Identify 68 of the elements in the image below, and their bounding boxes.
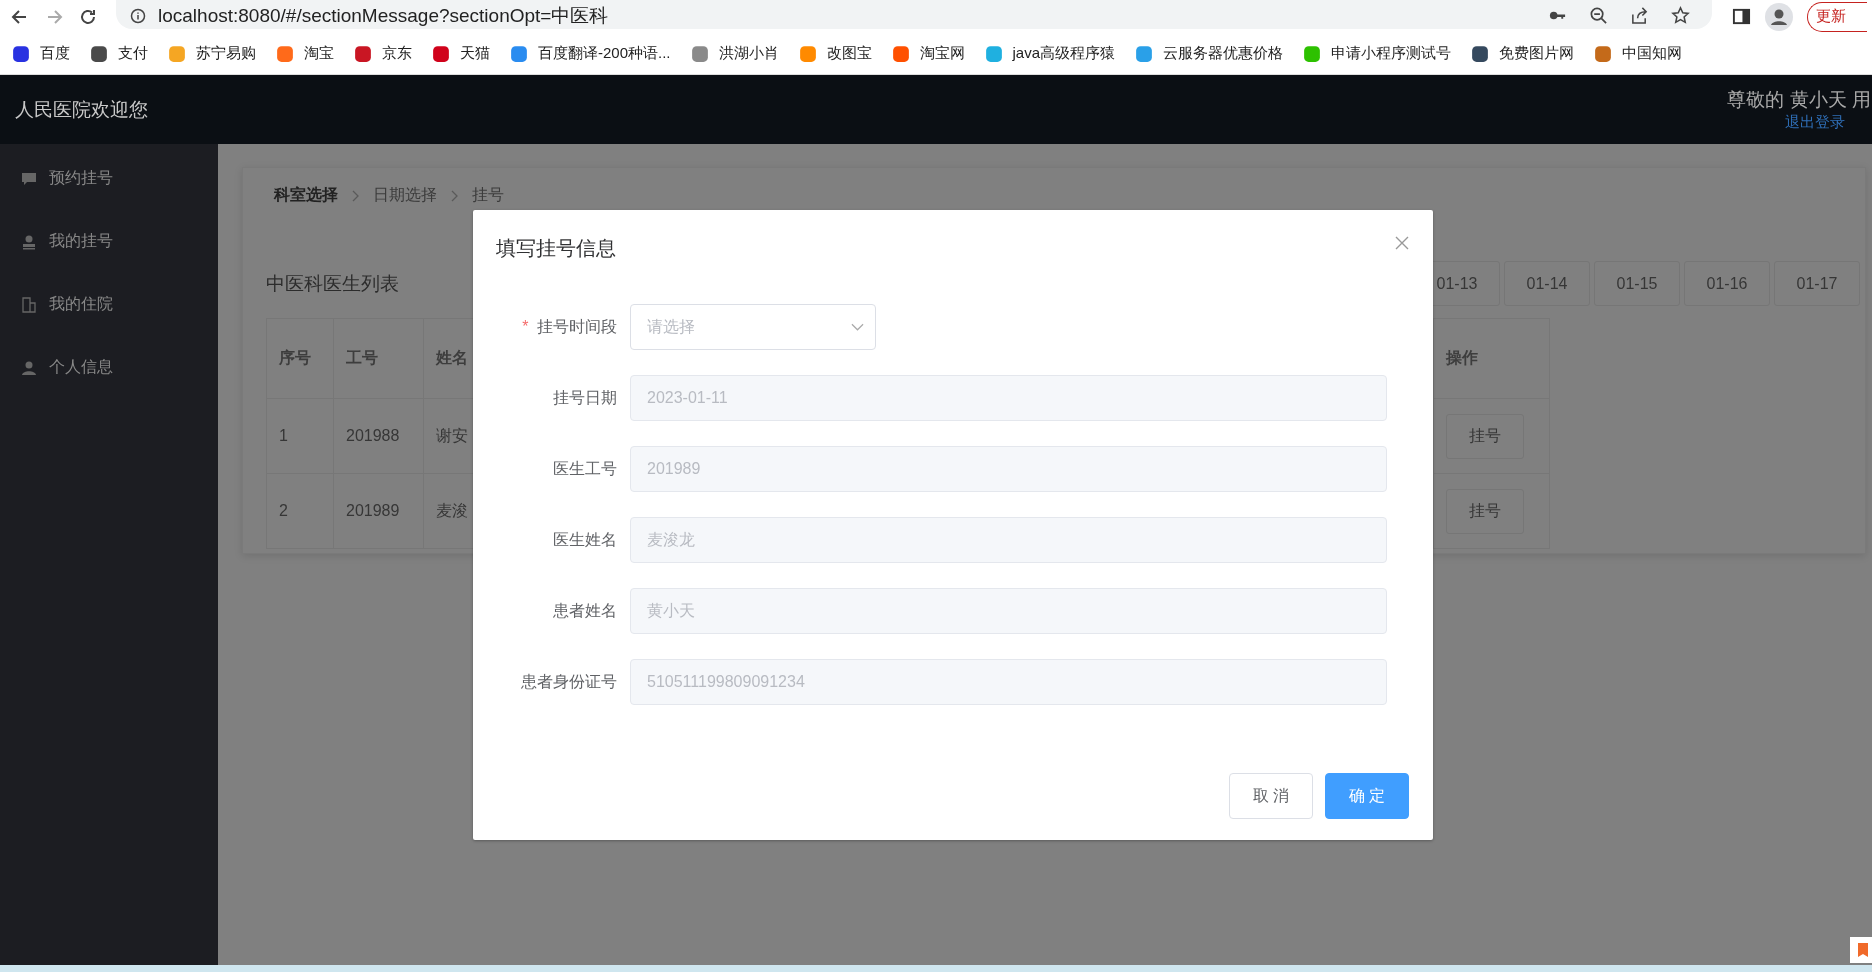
field-label: 挂号日期 [553, 388, 617, 406]
table-cell: 201988 [334, 399, 424, 473]
bookmark[interactable]: 天猫 [432, 44, 490, 63]
chevron-right-icon [352, 189, 359, 202]
bookmark[interactable]: 免费图片网 [1471, 44, 1575, 63]
field-label: 患者姓名 [553, 601, 617, 619]
bookmark[interactable]: 申请小程序测试号 [1303, 44, 1452, 63]
zoom-out-icon[interactable] [1589, 6, 1608, 25]
breadcrumb-item: 挂号 [472, 185, 504, 205]
bookmark[interactable]: 改图宝 [798, 44, 872, 63]
confirm-button[interactable]: 确 定 [1325, 773, 1409, 819]
date-button[interactable]: 01-14 [1504, 261, 1590, 306]
table-cell: 2 [267, 474, 334, 548]
dialog-title: 填写挂号信息 [496, 236, 616, 261]
table-cell: 201989 [334, 474, 424, 548]
date-button[interactable]: 01-16 [1684, 261, 1770, 306]
chat-icon [21, 170, 37, 187]
sidebar-item[interactable]: 预约挂号 [0, 147, 218, 210]
star-icon[interactable] [1671, 6, 1690, 25]
bookmark[interactable]: 京东 [354, 44, 412, 63]
stamp-icon [21, 233, 37, 250]
chevron-down-icon [851, 323, 864, 331]
widget-icon[interactable] [1850, 937, 1872, 963]
date-button[interactable]: 01-15 [1594, 261, 1680, 306]
field-label: 医生姓名 [553, 530, 617, 548]
close-icon[interactable] [1395, 236, 1409, 250]
bookmark[interactable]: 中国知网 [1594, 44, 1683, 63]
bookmark[interactable]: 云服务器优惠价格 [1135, 44, 1284, 63]
bookmark[interactable]: 淘宝 [276, 44, 334, 63]
chevron-right-icon [451, 189, 458, 202]
select-field[interactable]: 请选择 [630, 304, 876, 350]
register-button[interactable]: 挂号 [1446, 413, 1524, 459]
share-icon[interactable] [1630, 6, 1649, 25]
avatar-icon[interactable] [1765, 2, 1793, 31]
bookmark[interactable]: 支付 [90, 44, 148, 63]
column-header: 工号 [334, 319, 424, 398]
info-icon[interactable] [130, 7, 146, 24]
bookmark[interactable]: 百度翻译-200种语... [510, 44, 671, 63]
sidebar-item[interactable]: 我的住院 [0, 273, 218, 336]
date-button[interactable]: 01-17 [1774, 261, 1860, 306]
breadcrumb-item[interactable]: 科室选择 [274, 185, 338, 206]
bookmark[interactable]: java高级程序猿 [984, 44, 1116, 63]
logout-link[interactable]: 退出登录 [1785, 113, 1845, 132]
app-title: 人民医院欢迎您 [14, 97, 148, 122]
required-mark: * [522, 317, 529, 335]
sidebar-item[interactable]: 我的挂号 [0, 210, 218, 273]
field-label: 医生工号 [553, 459, 617, 477]
bookmark[interactable]: 苏宁易购 [168, 44, 256, 63]
bookmark[interactable]: 淘宝网 [891, 44, 965, 63]
cancel-button[interactable]: 取 消 [1229, 773, 1313, 819]
register-button[interactable]: 挂号 [1446, 488, 1524, 534]
table-cell: 1 [267, 399, 334, 473]
update-button[interactable]: 更新 [1807, 1, 1867, 32]
side-panel-icon[interactable] [1732, 7, 1751, 26]
bookmark[interactable]: 洪湖小肖 [690, 44, 779, 63]
list-title: 中医科医生列表 [266, 271, 399, 296]
greeting-text: 尊敬的 黄小天 用 [1727, 88, 1871, 112]
url-text: localhost:8080/#/sectionMessage?sectionOpt=中医科 [158, 3, 609, 28]
column-header: 序号 [267, 319, 334, 398]
address-bar[interactable]: localhost:8080/#/sectionMessage?sectionOpt=中医科 [116, 0, 1712, 29]
sidebar-item[interactable]: 个人信息 [0, 336, 218, 399]
bookmark[interactable]: 百度 [12, 44, 70, 63]
building-icon [21, 296, 37, 313]
field-label: 患者身份证号 [521, 672, 617, 690]
field-label: 挂号时间段 [537, 317, 617, 335]
breadcrumb-item: 日期选择 [373, 185, 437, 205]
person-icon [21, 359, 37, 376]
column-header: 操作 [1444, 348, 1479, 368]
